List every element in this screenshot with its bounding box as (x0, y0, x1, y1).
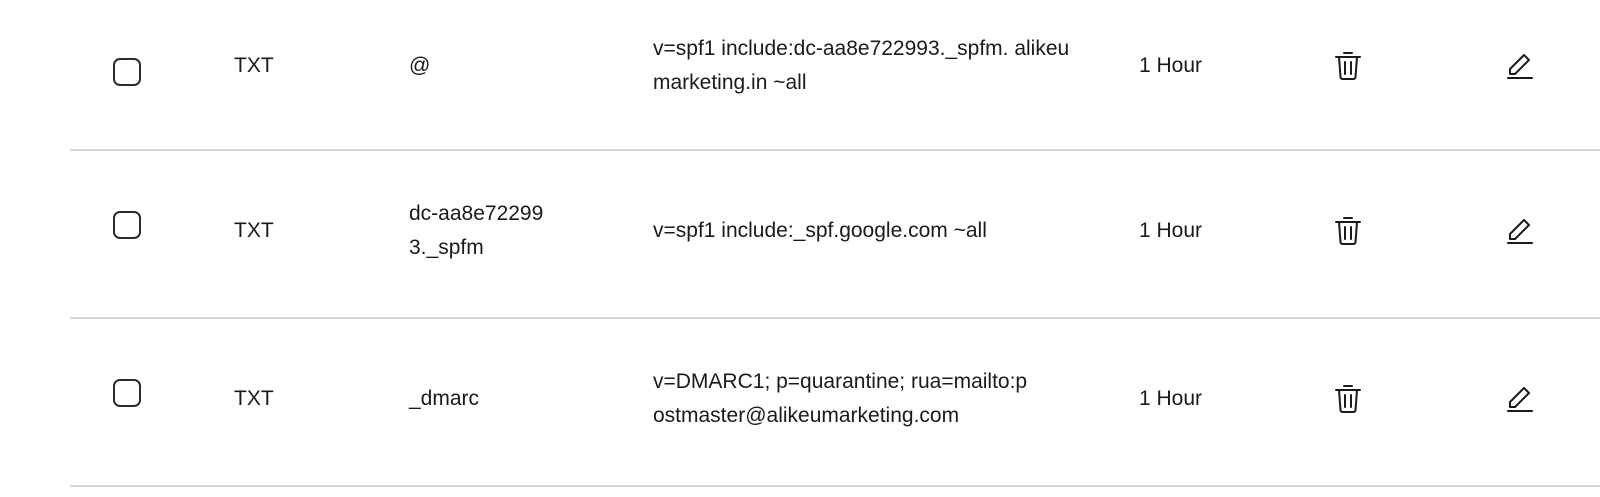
dns-records-table: TXT @ v=spf1 include:dc-aa8e722993._spfm… (0, 0, 1600, 487)
record-value: v=spf1 include:_spf.google.com ~all (653, 219, 987, 242)
record-type: TXT (234, 387, 274, 410)
record-type: TXT (234, 219, 274, 242)
record-ttl: 1 Hour (1139, 219, 1203, 242)
delete-button[interactable] (1328, 211, 1368, 251)
table-row: TXT dc-aa8e722993._spfm v=spf1 include:_… (0, 151, 1600, 319)
row-divider (70, 485, 1600, 487)
delete-button[interactable] (1328, 379, 1368, 419)
pencil-icon (1507, 387, 1533, 412)
trash-icon (1335, 51, 1361, 80)
edit-button[interactable] (1500, 211, 1540, 251)
record-ttl: 1 Hour (1139, 387, 1203, 410)
pencil-icon (1507, 53, 1533, 79)
row-checkbox[interactable] (113, 211, 141, 239)
record-ttl: 1 Hour (1139, 53, 1203, 77)
trash-icon (1335, 385, 1361, 413)
record-value: v=spf1 include:dc-aa8e722993._spfm. alik… (653, 36, 1070, 94)
row-checkbox[interactable] (113, 379, 141, 407)
trash-icon (1335, 217, 1361, 245)
record-name: dc-aa8e722993._spfm (409, 202, 544, 259)
edit-button[interactable] (1500, 46, 1540, 86)
record-value: v=DMARC1; p=quarantine; rua=mailto:postm… (653, 370, 1028, 427)
record-type: TXT (234, 53, 274, 77)
record-name: _dmarc (409, 387, 480, 410)
pencil-icon (1507, 219, 1533, 244)
record-name: @ (409, 53, 431, 77)
delete-button[interactable] (1328, 46, 1368, 86)
edit-button[interactable] (1500, 379, 1540, 419)
table-row: TXT _dmarc v=DMARC1; p=quarantine; rua=m… (0, 319, 1600, 487)
table-row: TXT @ v=spf1 include:dc-aa8e722993._spfm… (0, 0, 1600, 151)
row-checkbox[interactable] (113, 57, 141, 86)
